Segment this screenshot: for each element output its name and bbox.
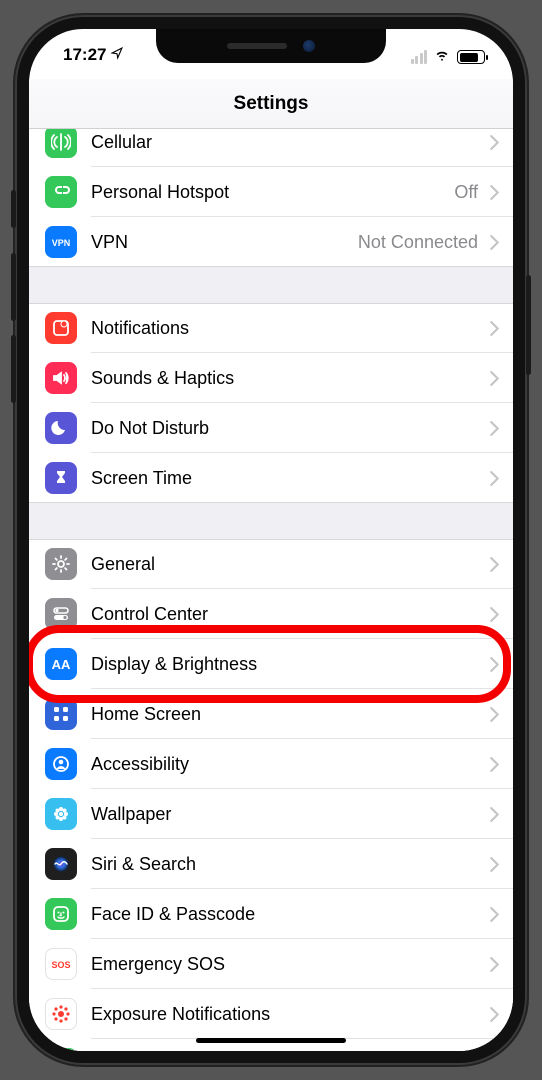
settings-row-wallpaper[interactable]: Wallpaper <box>29 789 513 839</box>
row-label: Siri & Search <box>91 854 482 875</box>
chevron-right-icon <box>490 471 499 486</box>
chevron-right-icon <box>490 957 499 972</box>
chevron-right-icon <box>490 135 499 150</box>
chevron-right-icon <box>490 185 499 200</box>
bell-icon <box>45 312 77 344</box>
row-label: Sounds & Haptics <box>91 368 482 389</box>
grid-icon <box>45 698 77 730</box>
chevron-right-icon <box>490 757 499 772</box>
row-label: Control Center <box>91 604 482 625</box>
nav-bar: Settings <box>29 79 513 129</box>
battery-icon <box>45 1048 77 1051</box>
speaker-icon <box>45 362 77 394</box>
settings-row-cellular[interactable]: Cellular <box>29 129 513 167</box>
row-label: Notifications <box>91 318 482 339</box>
wifi-icon <box>433 47 451 67</box>
row-label: VPN <box>91 232 358 253</box>
exposure-icon <box>45 998 77 1030</box>
settings-row-vpn[interactable]: VPNNot Connected <box>29 217 513 267</box>
settings-row-dnd[interactable]: Do Not Disturb <box>29 403 513 453</box>
cellular-signal-icon <box>411 50 428 64</box>
row-label: Personal Hotspot <box>91 182 454 203</box>
chevron-right-icon <box>490 371 499 386</box>
sos-icon <box>45 948 77 980</box>
chevron-right-icon <box>490 907 499 922</box>
chevron-right-icon <box>490 707 499 722</box>
settings-row-faceid[interactable]: Face ID & Passcode <box>29 889 513 939</box>
settings-group: Notifications Sounds & Haptics Do Not Dist… <box>29 303 513 503</box>
battery-icon <box>457 50 485 64</box>
home-indicator[interactable] <box>196 1038 346 1043</box>
chevron-right-icon <box>490 657 499 672</box>
settings-row-accessibility[interactable]: Accessibility <box>29 739 513 789</box>
moon-icon <box>45 412 77 444</box>
row-label: General <box>91 554 482 575</box>
volume-down-button <box>11 335 16 403</box>
page-title: Settings <box>234 93 309 115</box>
settings-row-screentime[interactable]: Screen Time <box>29 453 513 503</box>
chevron-right-icon <box>490 557 499 572</box>
row-label: Exposure Notifications <box>91 1004 482 1025</box>
row-label: Cellular <box>91 132 482 153</box>
settings-row-controlcenter[interactable]: Control Center <box>29 589 513 639</box>
settings-row-sos[interactable]: Emergency SOS <box>29 939 513 989</box>
siri-icon <box>45 848 77 880</box>
screen: 17:27 Settings Cellular Personal HotspotO… <box>29 29 513 1051</box>
phone-frame: 17:27 Settings Cellular Personal HotspotO… <box>15 15 527 1065</box>
row-label: Display & Brightness <box>91 654 482 675</box>
chevron-right-icon <box>490 321 499 336</box>
aa-icon <box>45 648 77 680</box>
location-arrow-icon <box>110 45 124 65</box>
row-detail: Not Connected <box>358 232 478 253</box>
antenna-icon <box>45 129 77 158</box>
row-detail: Off <box>454 182 478 203</box>
mute-switch <box>11 190 16 228</box>
chevron-right-icon <box>490 607 499 622</box>
link-icon <box>45 176 77 208</box>
settings-row-sounds[interactable]: Sounds & Haptics <box>29 353 513 403</box>
settings-row-homescreen[interactable]: Home Screen <box>29 689 513 739</box>
status-time: 17:27 <box>63 45 106 65</box>
side-button <box>526 275 531 375</box>
row-label: Do Not Disturb <box>91 418 482 439</box>
hourglass-icon <box>45 462 77 494</box>
chevron-right-icon <box>490 421 499 436</box>
settings-group: General Control Center Display & Brightnes… <box>29 539 513 1051</box>
switches-icon <box>45 598 77 630</box>
settings-row-notifications[interactable]: Notifications <box>29 303 513 353</box>
chevron-right-icon <box>490 807 499 822</box>
settings-row-hotspot[interactable]: Personal HotspotOff <box>29 167 513 217</box>
gear-icon <box>45 548 77 580</box>
settings-row-siri[interactable]: Siri & Search <box>29 839 513 889</box>
row-label: Emergency SOS <box>91 954 482 975</box>
face-icon <box>45 898 77 930</box>
settings-row-general[interactable]: General <box>29 539 513 589</box>
row-label: Screen Time <box>91 468 482 489</box>
settings-content[interactable]: CellularPersonal HotspotOffVPNNot Connec… <box>29 129 513 1051</box>
settings-group: CellularPersonal HotspotOffVPNNot Connec… <box>29 129 513 267</box>
chevron-right-icon <box>490 1007 499 1022</box>
vpn-icon <box>45 226 77 258</box>
settings-row-display[interactable]: Display & Brightness <box>29 639 513 689</box>
row-label: Accessibility <box>91 754 482 775</box>
flower-icon <box>45 798 77 830</box>
person-icon <box>45 748 77 780</box>
row-label: Home Screen <box>91 704 482 725</box>
volume-up-button <box>11 253 16 321</box>
row-label: Face ID & Passcode <box>91 904 482 925</box>
settings-row-exposure[interactable]: Exposure Notifications <box>29 989 513 1039</box>
chevron-right-icon <box>490 857 499 872</box>
notch <box>156 29 386 63</box>
chevron-right-icon <box>490 235 499 250</box>
row-label: Wallpaper <box>91 804 482 825</box>
